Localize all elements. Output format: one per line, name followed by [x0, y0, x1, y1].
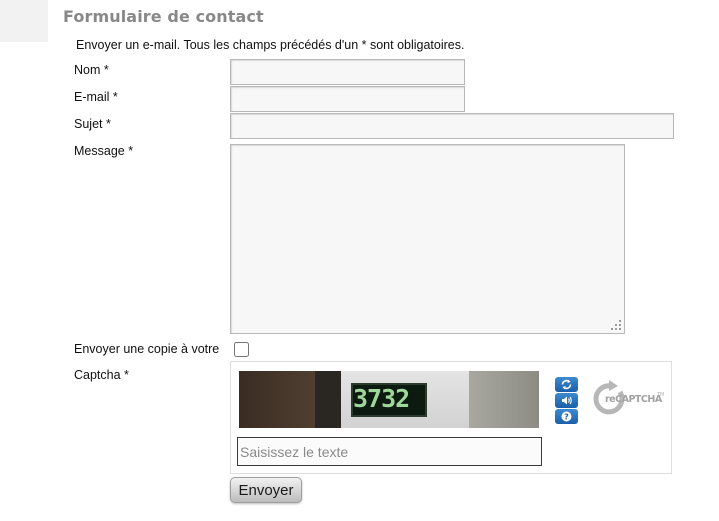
- svg-text:?: ?: [564, 413, 569, 422]
- captcha-image-text: 3732: [353, 384, 410, 413]
- copy-label: Envoyer une copie à votre: [74, 342, 220, 356]
- resize-grip-icon[interactable]: [611, 320, 622, 331]
- recaptcha-trademark: TM: [657, 392, 665, 398]
- recaptcha-logo-text: reCAPTCHA: [605, 394, 662, 405]
- reload-icon: [561, 379, 572, 390]
- captcha-image: 3732: [239, 371, 539, 428]
- send-button[interactable]: Envoyer: [230, 477, 302, 503]
- captcha-reload-button[interactable]: [555, 377, 578, 392]
- captcha-audio-button[interactable]: [555, 393, 578, 408]
- corner-shade: [0, 0, 48, 42]
- captcha-help-button[interactable]: ?: [555, 409, 578, 424]
- email-label: E-mail *: [74, 90, 118, 104]
- captcha-response-input[interactable]: [237, 437, 542, 466]
- form-intro: Envoyer un e-mail. Tous les champs précé…: [76, 38, 465, 52]
- copy-checkbox[interactable]: [234, 342, 249, 357]
- captcha-label: Captcha *: [74, 368, 129, 382]
- subject-field[interactable]: [230, 113, 674, 139]
- subject-label: Sujet *: [74, 117, 111, 131]
- message-label: Message *: [74, 144, 134, 158]
- name-label: Nom *: [74, 63, 109, 77]
- name-field[interactable]: [230, 59, 465, 85]
- page-title: Formulaire de contact: [63, 7, 264, 26]
- audio-icon: [562, 396, 572, 405]
- help-icon: ?: [561, 411, 572, 422]
- message-textarea[interactable]: [230, 144, 625, 334]
- email-field[interactable]: [230, 86, 465, 112]
